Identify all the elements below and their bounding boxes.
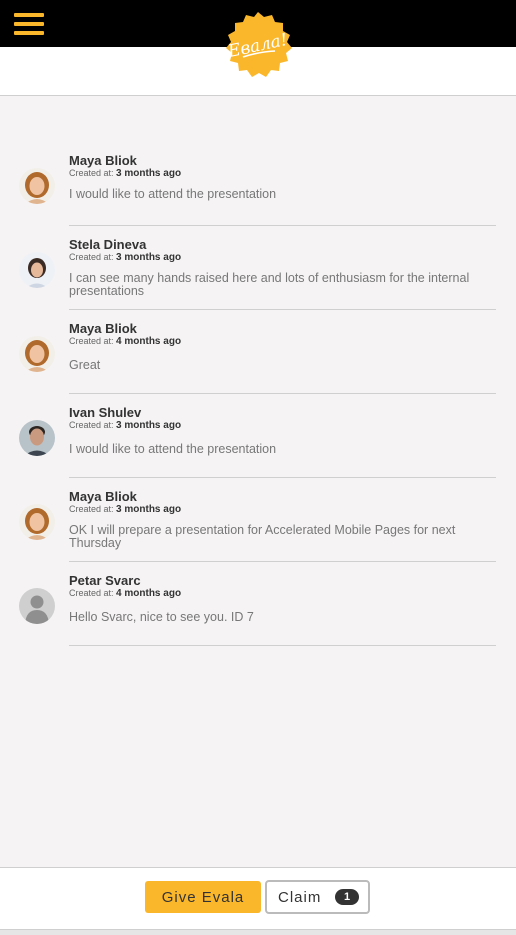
comment-date: Created at: 3 months ago [69, 252, 182, 263]
claim-count-badge: 1 [335, 889, 359, 905]
comment-text: OK I will prepare a presentation for Acc… [69, 523, 456, 550]
comment-text: Great [69, 358, 101, 372]
give-evala-button[interactable]: Give Evala [145, 881, 261, 913]
evala-logo[interactable]: Евала! [221, 10, 295, 82]
comment-author[interactable]: Petar Svarc [69, 573, 141, 588]
avatar[interactable] [19, 168, 55, 204]
comment-item: Stela Dineva Created at: 3 months ago I … [0, 226, 516, 310]
comment-item: Maya Bliok Created at: 3 months ago OK I… [0, 478, 516, 562]
avatar[interactable] [19, 420, 55, 456]
comment-author[interactable]: Stela Dineva [69, 237, 146, 252]
comment-author[interactable]: Ivan Shulev [69, 405, 141, 420]
comment-text: I can see many hands raised here and lot… [69, 271, 470, 298]
comment-text: I would like to attend the presentation [69, 442, 277, 456]
comment-author[interactable]: Maya Bliok [69, 153, 137, 168]
comment-date: Created at: 3 months ago [69, 504, 182, 515]
avatar[interactable] [19, 504, 55, 540]
hamburger-menu-icon[interactable] [14, 13, 44, 35]
footer-bar: Give Evala Claim 1 [0, 867, 516, 929]
avatar[interactable] [19, 252, 55, 288]
comment-date: Created at: 3 months ago [69, 420, 182, 431]
avatar[interactable] [19, 336, 55, 372]
divider [69, 645, 496, 646]
comment-item: Ivan Shulev Created at: 3 months ago I w… [0, 394, 516, 478]
footer-edge [0, 929, 516, 935]
comment-text: I would like to attend the presentation [69, 187, 277, 201]
comment-date: Created at: 3 months ago [69, 168, 182, 179]
default-avatar-icon[interactable] [19, 588, 55, 624]
claim-button[interactable]: Claim 1 [265, 880, 370, 914]
comment-item: Maya Bliok Created at: 3 months ago I wo… [0, 142, 516, 226]
comment-item: Petar Svarc Created at: 4 months ago Hel… [0, 562, 516, 646]
comment-date: Created at: 4 months ago [69, 336, 182, 347]
comment-text: Hello Svarc, nice to see you. ID 7 [69, 610, 254, 624]
comment-author[interactable]: Maya Bliok [69, 321, 137, 336]
comment-date: Created at: 4 months ago [69, 588, 182, 599]
claim-label: Claim [278, 888, 322, 906]
comment-feed: Maya Bliok Created at: 3 months ago I wo… [0, 142, 516, 646]
comment-author[interactable]: Maya Bliok [69, 489, 137, 504]
comment-item: Maya Bliok Created at: 4 months ago Grea… [0, 310, 516, 394]
